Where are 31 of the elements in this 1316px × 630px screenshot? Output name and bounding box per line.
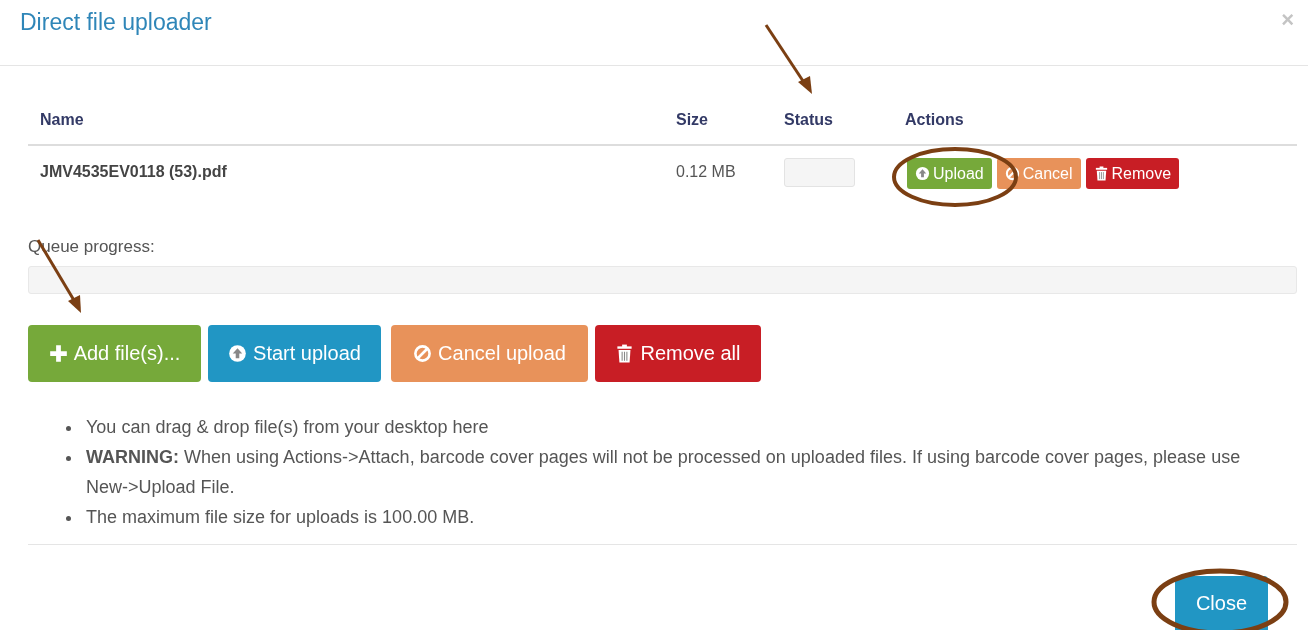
bullet-icon [66,425,71,431]
note-text: You can drag & drop file(s) from your desktop here [86,415,489,439]
trash-icon [615,343,635,363]
column-header: Actions [905,110,965,130]
file-size: 0.12 MB [676,162,737,182]
upload-button[interactable]: Upload [907,158,992,189]
add-files-button[interactable]: Add file(s)... [28,324,201,382]
plus-icon [48,343,68,363]
ban-icon [413,343,433,363]
column-header: Status [784,110,834,130]
remove-button[interactable]: Remove [1085,158,1180,189]
ban-icon [1004,166,1020,181]
column-header: Size [676,110,709,130]
start-upload-button[interactable]: Start upload [208,324,381,382]
close-button[interactable]: × [1281,3,1294,36]
upload-circle-icon [228,343,248,363]
column-header: Name [40,110,85,130]
bullet-icon [66,455,71,461]
cancel-upload-button[interactable]: Cancel upload [391,324,588,382]
note-text: WARNING: When using Actions->Attach, barcode cover pages will not be processed on uploaded files. If using barcode cover pages, please use New->Upload File. [86,445,1242,499]
dialog-title: Direct file uploader [20,8,212,38]
trash-icon [1093,166,1109,181]
bullet-icon [66,515,71,521]
close-button[interactable]: Close [1175,575,1268,630]
file-name: JMV4535EV0118 (53).pdf [40,162,228,182]
remove-all-button[interactable]: Remove all [595,324,761,382]
annotation-arrow [764,24,812,94]
status-field [784,158,855,187]
upload-circle-icon [915,166,930,181]
note-text: The maximum file size for uploads is 100.00 MB. [86,505,475,529]
cancel-button[interactable]: Cancel [996,158,1081,189]
